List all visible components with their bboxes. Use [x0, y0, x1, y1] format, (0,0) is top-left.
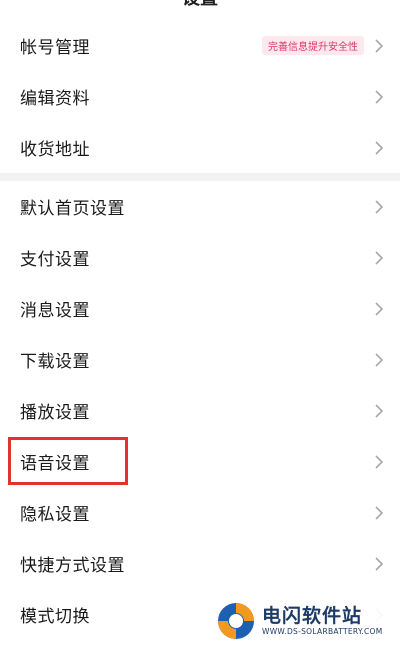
chevron-right-icon [372, 556, 386, 571]
chevron-right-icon [372, 140, 386, 155]
chevron-right-icon [372, 403, 386, 418]
settings-item-label: 播放设置 [20, 403, 90, 423]
chevron-right-icon [372, 454, 386, 469]
settings-item-label: 语音设置 [20, 454, 90, 474]
settings-item-label: 默认首页设置 [20, 199, 125, 219]
settings-item-label: 收货地址 [20, 140, 90, 160]
section-divider [0, 173, 400, 181]
settings-item-privacy[interactable]: 隐私设置 [0, 487, 400, 538]
watermark-url: WWW.DS-SOLARBATTERY.COM [262, 627, 383, 636]
settings-item-label: 帐号管理 [20, 38, 90, 58]
page-title: 设置 [0, 0, 400, 12]
general-settings-group: 默认首页设置 支付设置 消息设置 下载设置 播放设置 语音设置 隐私设置 快捷方… [0, 181, 400, 640]
settings-item-label: 编辑资料 [20, 89, 90, 109]
settings-item-edit-profile[interactable]: 编辑资料 [0, 71, 400, 122]
watermark: 电闪软件站 WWW.DS-SOLARBATTERY.COM [200, 596, 400, 646]
settings-item-playback[interactable]: 播放设置 [0, 385, 400, 436]
chevron-right-icon [372, 301, 386, 316]
settings-item-shipping-address[interactable]: 收货地址 [0, 122, 400, 173]
watermark-title: 电闪软件站 [262, 605, 363, 627]
settings-item-payment[interactable]: 支付设置 [0, 232, 400, 283]
chevron-right-icon [372, 352, 386, 367]
chevron-right-icon [372, 250, 386, 265]
security-tip-badge: 完善信息提升安全性 [262, 36, 364, 55]
settings-item-messages[interactable]: 消息设置 [0, 283, 400, 334]
settings-item-label: 快捷方式设置 [20, 556, 125, 576]
chevron-right-icon [372, 38, 386, 53]
settings-item-shortcuts[interactable]: 快捷方式设置 [0, 538, 400, 589]
settings-item-download[interactable]: 下载设置 [0, 334, 400, 385]
settings-item-label: 消息设置 [20, 301, 90, 321]
ds-logo-icon [218, 603, 254, 639]
settings-item-default-homepage[interactable]: 默认首页设置 [0, 181, 400, 232]
account-settings-group: 帐号管理 完善信息提升安全性 编辑资料 收货地址 [0, 20, 400, 173]
chevron-right-icon [372, 199, 386, 214]
settings-item-label: 下载设置 [20, 352, 90, 372]
chevron-right-icon [372, 505, 386, 520]
settings-item-label: 隐私设置 [20, 505, 90, 525]
settings-item-voice[interactable]: 语音设置 [0, 436, 400, 487]
settings-item-label: 支付设置 [20, 250, 90, 270]
settings-item-label: 模式切换 [20, 607, 90, 627]
settings-item-account-management[interactable]: 帐号管理 完善信息提升安全性 [0, 20, 400, 71]
chevron-right-icon [372, 89, 386, 104]
